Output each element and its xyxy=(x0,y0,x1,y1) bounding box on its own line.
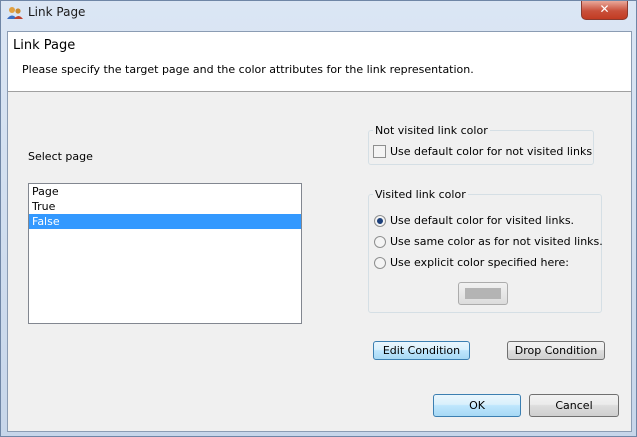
app-users-icon xyxy=(7,7,23,19)
list-item-true[interactable]: True xyxy=(29,199,301,214)
close-button[interactable]: ✕ xyxy=(581,1,628,20)
visited-explicit-radio-row[interactable]: Use explicit color specified here: xyxy=(374,256,569,269)
header-title: Link Page xyxy=(13,38,76,53)
visited-default-radio[interactable] xyxy=(374,214,386,227)
visited-default-label[interactable]: Use default color for visited links. xyxy=(390,214,574,227)
visited-default-radio-row[interactable]: Use default color for visited links. xyxy=(374,214,574,227)
dialog-header: Link Page Please specify the target page… xyxy=(8,32,631,92)
use-default-not-visited-checkbox-row[interactable]: Use default color for not visited links xyxy=(373,145,592,158)
window-title: Link Page xyxy=(28,5,86,19)
list-item-page[interactable]: Page xyxy=(29,184,301,199)
visited-same-radio-row[interactable]: Use same color as for not visited links. xyxy=(374,235,603,248)
select-page-label: Select page xyxy=(28,150,93,163)
ok-button[interactable]: OK xyxy=(433,394,521,417)
edit-condition-button[interactable]: Edit Condition xyxy=(373,341,470,360)
close-icon: ✕ xyxy=(599,2,610,16)
visited-explicit-radio[interactable] xyxy=(374,256,386,269)
list-item-false[interactable]: False xyxy=(29,214,301,229)
explicit-color-swatch xyxy=(465,288,501,299)
cancel-button[interactable]: Cancel xyxy=(529,394,619,417)
drop-condition-button[interactable]: Drop Condition xyxy=(507,341,605,360)
not-visited-legend: Not visited link color xyxy=(375,124,488,137)
not-visited-link-color-group: Not visited link color Use default color… xyxy=(368,124,594,165)
visited-explicit-label[interactable]: Use explicit color specified here: xyxy=(390,256,569,269)
use-default-not-visited-checkbox[interactable] xyxy=(373,145,386,158)
visited-link-color-group: Visited link color Use default color for… xyxy=(368,188,603,313)
page-listbox[interactable]: Page True False xyxy=(28,183,302,324)
explicit-color-button[interactable] xyxy=(458,282,508,305)
link-page-dialog: Link Page ✕ Link Page Please specify the… xyxy=(0,0,637,437)
visited-same-radio[interactable] xyxy=(374,235,386,248)
use-default-not-visited-label[interactable]: Use default color for not visited links xyxy=(390,145,592,158)
dialog-client-area: Link Page Please specify the target page… xyxy=(7,31,632,432)
visited-legend: Visited link color xyxy=(375,188,466,201)
visited-same-label[interactable]: Use same color as for not visited links. xyxy=(390,235,603,248)
title-bar[interactable]: Link Page ✕ xyxy=(1,1,636,25)
header-description: Please specify the target page and the c… xyxy=(22,63,474,76)
